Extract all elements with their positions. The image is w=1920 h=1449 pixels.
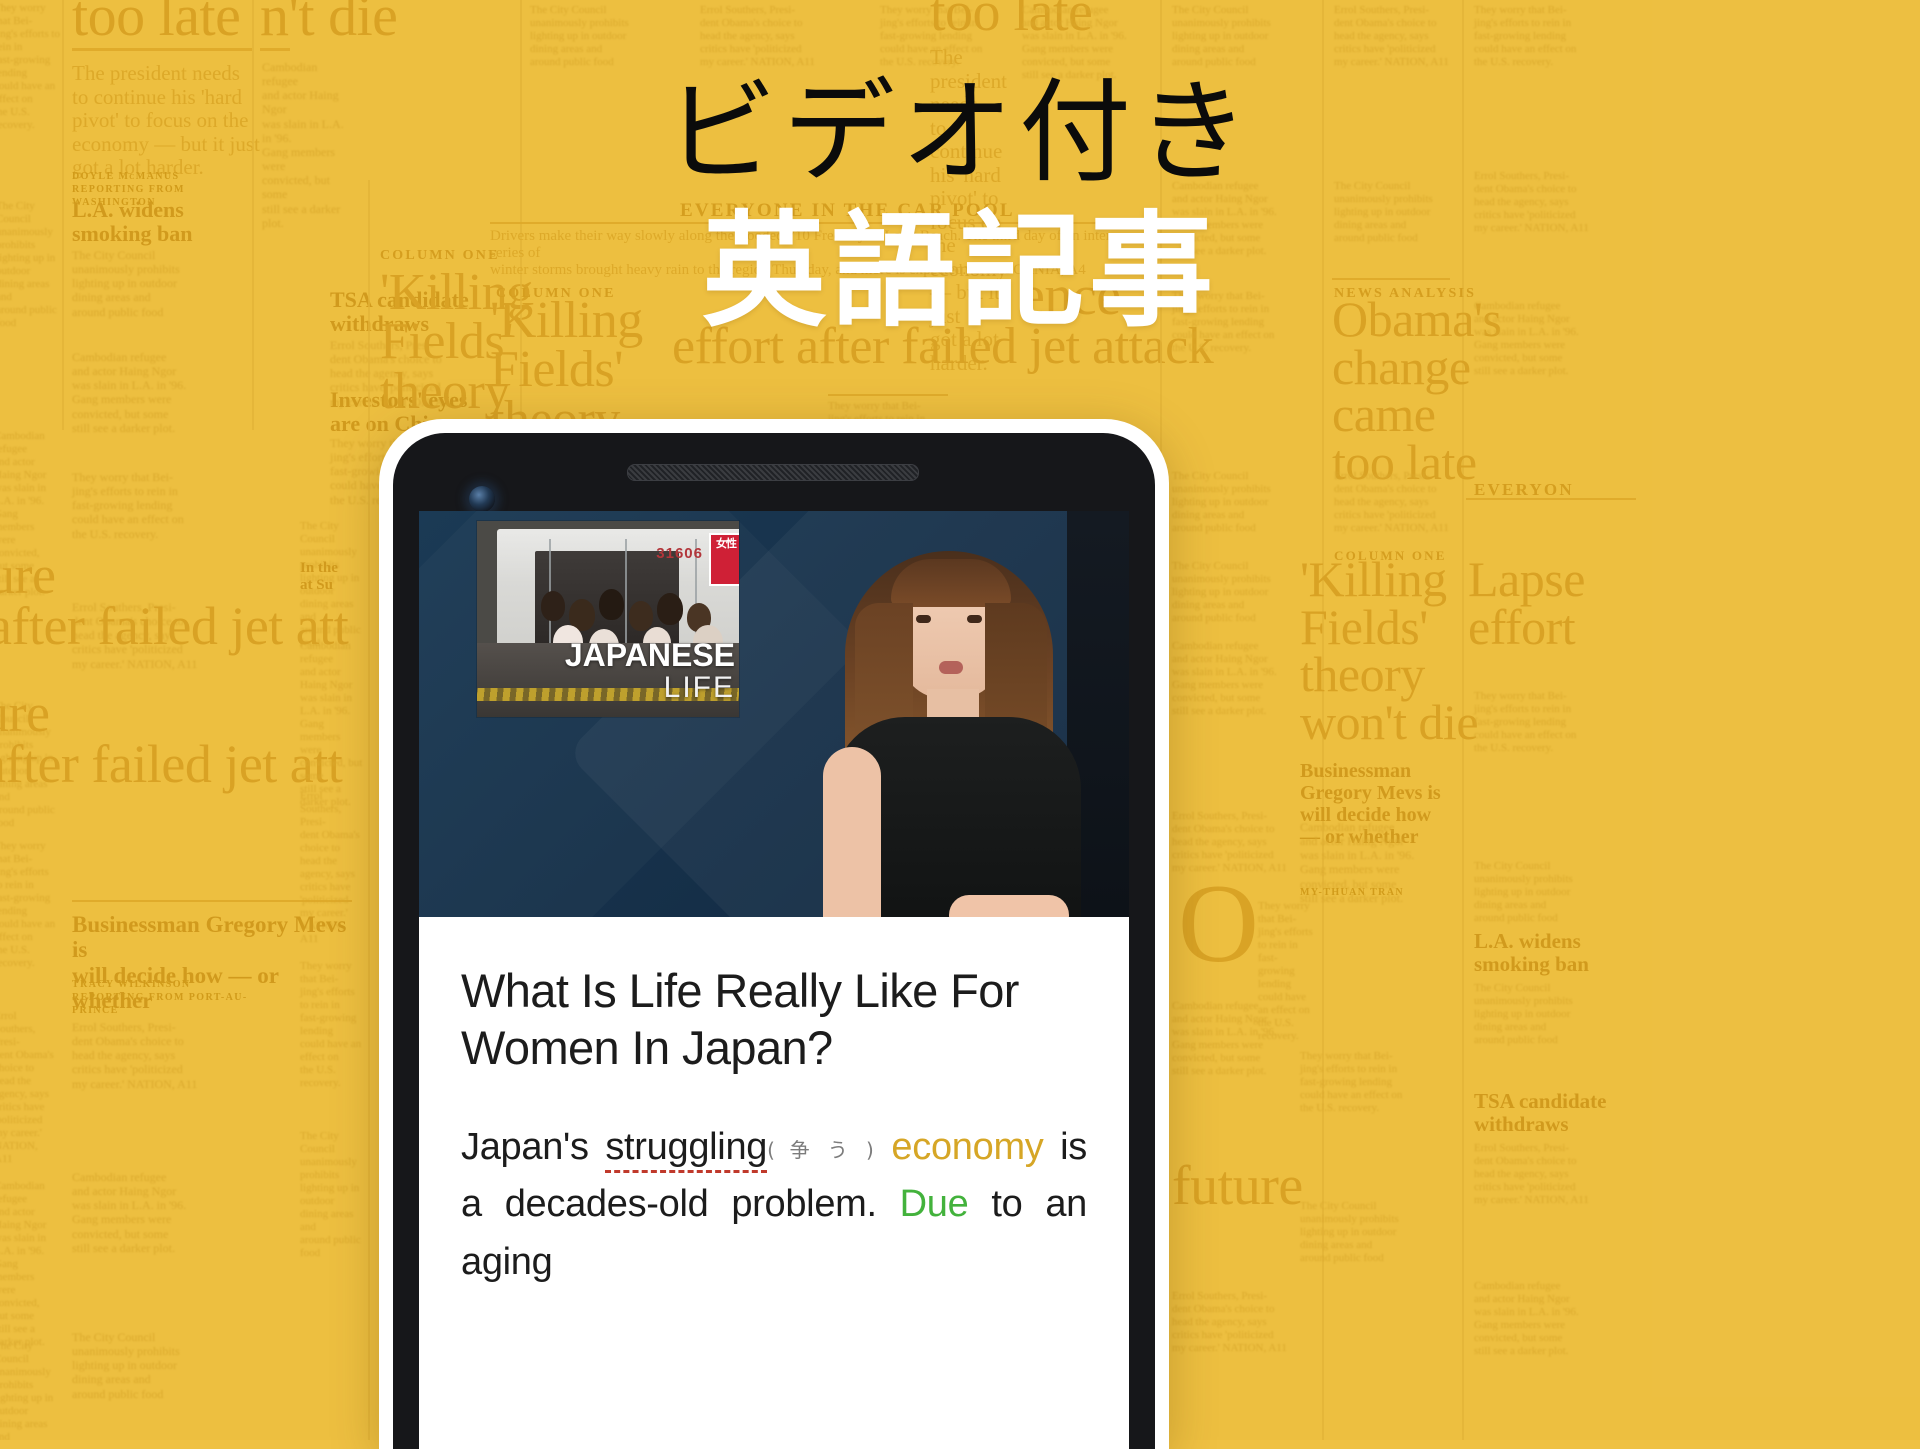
phone-screen: 31606 女性 JAPANESE LIFE What Is Life Real… (419, 511, 1129, 1449)
phone-mockup: 31606 女性 JAPANESE LIFE What Is Life Real… (379, 419, 1169, 1449)
promo-title-line2: 英語記事 (701, 200, 1218, 345)
phone-bezel: 31606 女性 JAPANESE LIFE What Is Life Real… (393, 433, 1155, 1449)
article-paragraph: Japan's struggling( 争 う ) economy is a d… (461, 1119, 1087, 1292)
train-car-number: 31606 (656, 545, 703, 562)
ruby-annotation: ( 争 う ) (767, 1137, 875, 1162)
thumbnail-subtitle: LIFE (663, 671, 735, 704)
vocab-word-due[interactable]: Due (900, 1183, 969, 1225)
mouth (939, 661, 963, 674)
earpiece-speaker-icon (627, 464, 919, 481)
article-content: What Is Life Really Like For Women In Ja… (419, 917, 1129, 1292)
promo-title-line1: ビデオ付き (665, 68, 1255, 198)
bangs (891, 559, 1011, 607)
arm-left (823, 747, 881, 917)
para-seg-1: Japan's (461, 1125, 606, 1168)
women-only-badge: 女性 (711, 535, 739, 584)
eye-left (916, 615, 931, 623)
video-player[interactable]: 31606 女性 JAPANESE LIFE (419, 511, 1129, 917)
video-inset-thumbnail: 31606 女性 JAPANESE LIFE (477, 521, 739, 717)
promo-title: ビデオ付き 英語記事 (0, 62, 1920, 346)
front-camera-icon (469, 486, 495, 512)
hands (949, 895, 1069, 917)
vocab-word-economy[interactable]: economy (891, 1126, 1043, 1168)
eye-right (967, 615, 982, 623)
thumbnail-title: JAPANESE (564, 637, 735, 673)
thumbnail-label: JAPANESE LIFE (565, 639, 735, 703)
vocab-word-struggling[interactable]: struggling (605, 1125, 767, 1173)
presenter-figure (799, 511, 1129, 917)
article-headline: What Is Life Really Like For Women In Ja… (461, 964, 1019, 1074)
